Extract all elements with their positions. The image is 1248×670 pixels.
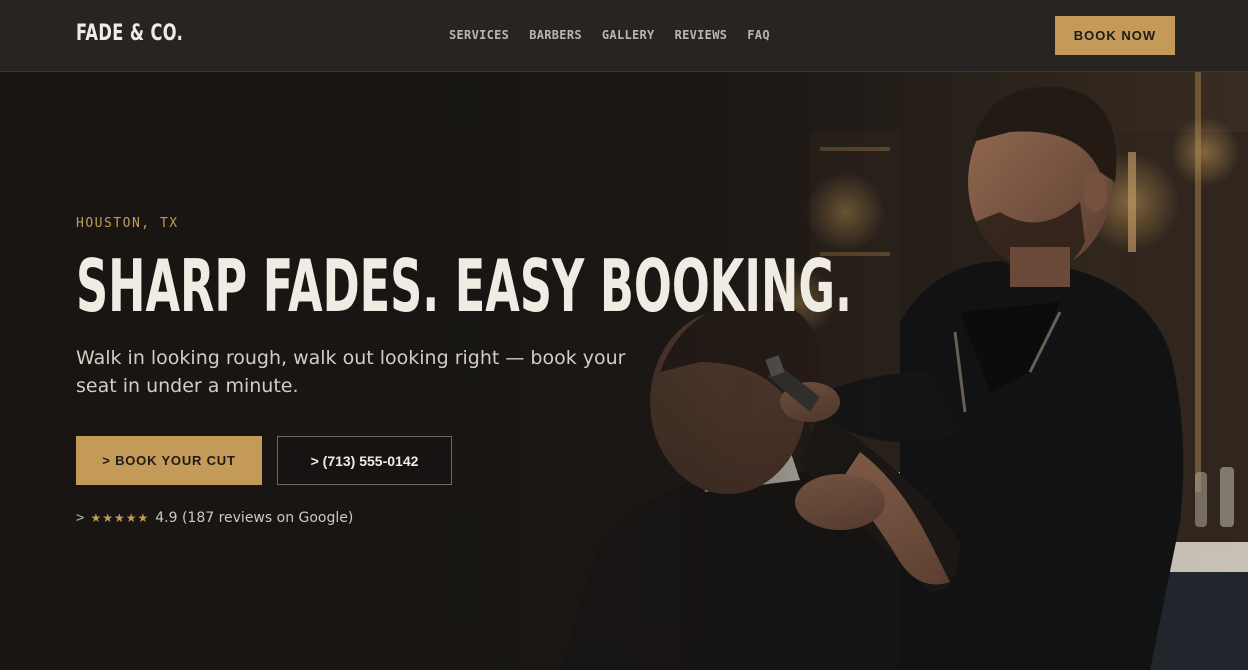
brand-logo[interactable]: FADE & CO. [76,21,183,46]
hero-section: HOUSTON, TX SHARP FADES. EASY BOOKING. W… [0,72,1248,670]
nav-reviews[interactable]: REVIEWS [675,28,728,42]
site-header: FADE & CO. SERVICES BARBERS GALLERY REVI… [0,0,1248,72]
nav-services[interactable]: SERVICES [449,28,509,42]
call-phone-button[interactable]: > (713) 555-0142 [277,436,452,485]
main-nav: SERVICES BARBERS GALLERY REVIEWS FAQ [449,28,770,42]
book-your-cut-button[interactable]: > BOOK YOUR CUT [76,436,262,485]
rating-prefix: > [76,510,85,526]
location-eyebrow: HOUSTON, TX [76,216,179,231]
hero-headline: SHARP FADES. EASY BOOKING. [76,244,852,328]
nav-barbers[interactable]: BARBERS [529,28,582,42]
google-rating[interactable]: > ★★★★★ 4.9 (187 reviews on Google) [76,510,353,526]
hero-subtitle: Walk in looking rough, walk out looking … [76,347,626,397]
nav-faq[interactable]: FAQ [747,28,770,42]
rating-text: 4.9 (187 reviews on Google) [155,510,354,526]
book-now-button[interactable]: BOOK NOW [1055,16,1175,55]
nav-gallery[interactable]: GALLERY [602,28,655,42]
star-icon: ★★★★★ [90,511,150,525]
